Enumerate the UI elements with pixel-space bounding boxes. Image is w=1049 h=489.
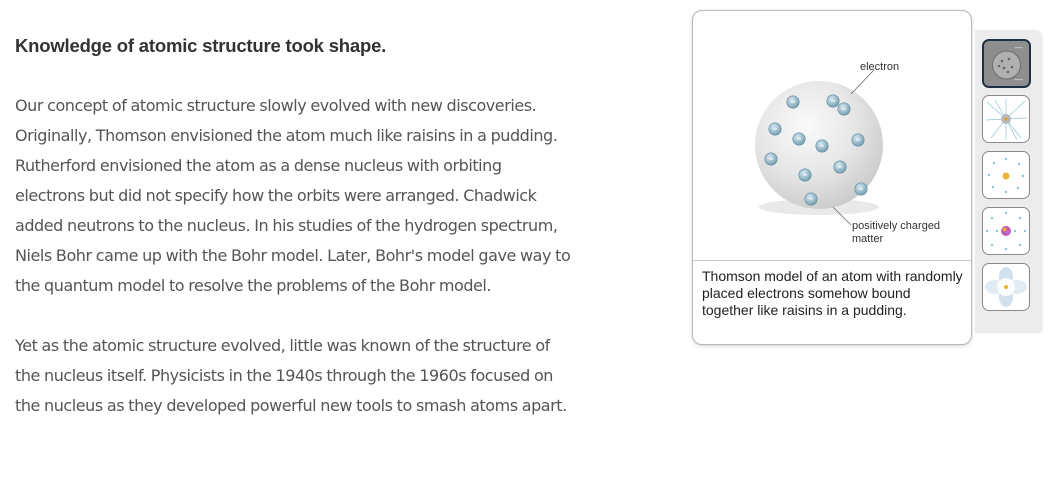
electron-marker: − <box>854 182 868 196</box>
matter-label-line-1: positively charged <box>852 220 940 232</box>
thomson-atom-diagram: − −−−−−−−−−−− electron positively charged… <box>755 61 940 245</box>
svg-text:−: − <box>856 136 861 145</box>
svg-text:−: − <box>838 163 843 172</box>
article-heading: Knowledge of atomic structure took shape… <box>15 35 387 56</box>
thumbnail-nucleus-orbit[interactable] <box>982 151 1030 199</box>
svg-text:−: − <box>809 195 814 204</box>
thumbnail-rutherford-model[interactable] <box>982 95 1030 143</box>
quantum-model-icon <box>985 267 1027 307</box>
matter-label-line-2: matter <box>852 233 884 245</box>
thomson-model-figure: − − − − − − − − − − − − electron positively charged… <box>693 11 971 261</box>
svg-text:−: − <box>842 105 847 114</box>
electron-marker: − <box>826 94 840 108</box>
rutherford-model-icon <box>985 99 1028 141</box>
electron-marker: − <box>833 160 847 174</box>
svg-text:−: − <box>791 98 796 107</box>
article-paragraph-1: Our concept of atomic structure slowly e… <box>15 96 571 295</box>
electron-marker: − <box>837 102 851 116</box>
thomson-model-icon <box>984 41 1029 86</box>
thumbnail-thomson-model[interactable] <box>982 39 1031 88</box>
electron-leader-line <box>850 69 875 95</box>
image-viewer: − − − − − − − − − − − − electron positively charged… <box>692 10 972 345</box>
thumbnail-strip <box>975 30 1041 332</box>
electron-marker: − <box>786 95 800 109</box>
svg-text:−: − <box>820 142 825 151</box>
electron-marker: − <box>815 139 829 153</box>
svg-text:−: − <box>859 185 864 194</box>
figure-caption: Thomson model of an atom with randomly p… <box>702 268 963 318</box>
thumbnail-bohr-model[interactable] <box>982 207 1030 255</box>
electron-marker: − <box>768 122 782 136</box>
electron-marker: − <box>764 152 778 166</box>
thumbnail-quantum-model[interactable] <box>982 263 1030 311</box>
electron-marker: − <box>792 132 806 146</box>
article-paragraph-2: Yet as the atomic structure evolved, lit… <box>15 336 567 415</box>
electron-marker: − <box>804 192 818 206</box>
svg-text:−: − <box>769 155 774 164</box>
caption-divider <box>693 260 971 261</box>
electron-label: electron <box>860 61 899 73</box>
svg-text:−: − <box>773 125 778 134</box>
electron-marker: − <box>851 133 865 147</box>
svg-text:−: − <box>831 97 836 106</box>
svg-text:−: − <box>803 171 808 180</box>
electron-marker: − <box>798 168 812 182</box>
nucleus-orbit-icon <box>987 157 1025 194</box>
bohr-model-icon <box>985 211 1027 251</box>
svg-text:−: − <box>797 135 802 144</box>
article: Knowledge of atomic structure took shape… <box>15 33 575 451</box>
